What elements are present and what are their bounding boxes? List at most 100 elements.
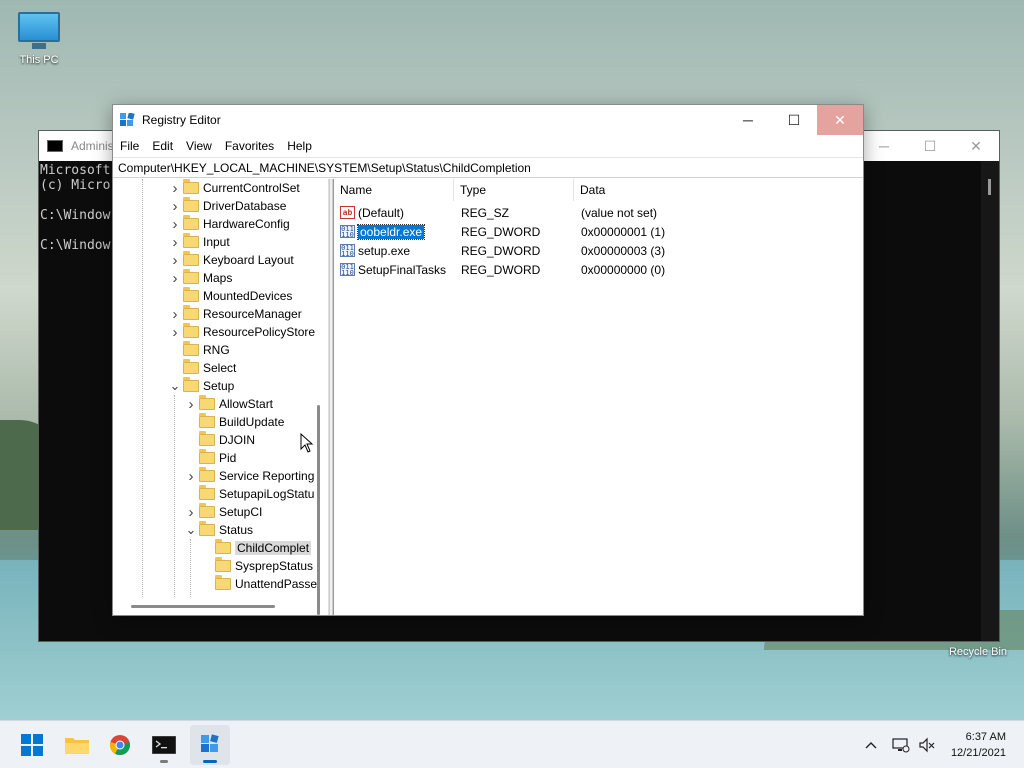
tree-item-label: Service Reporting: [219, 469, 315, 483]
folder-icon: [183, 287, 199, 302]
tree-item[interactable]: › ResourceManager: [169, 305, 302, 323]
recycle-bin-desktop-icon[interactable]: Recycle Bin: [940, 646, 1016, 658]
tree-item-label: HardwareConfig: [203, 217, 290, 231]
chrome-button[interactable]: [100, 725, 140, 765]
tree-item[interactable]: › Input: [169, 233, 230, 251]
folder-icon: [183, 233, 199, 248]
minimize-button[interactable]: ─: [725, 105, 771, 135]
tree-horizontal-scrollbar[interactable]: [131, 605, 275, 608]
tree-item[interactable]: BuildUpdate: [185, 413, 284, 431]
regedit-title: Registry Editor: [142, 113, 221, 127]
chevron-down-icon[interactable]: ⌄: [169, 377, 181, 395]
registry-editor-icon: [201, 734, 219, 752]
tree-item[interactable]: UnattendPasse: [201, 575, 317, 593]
chevron-right-icon[interactable]: ›: [185, 467, 197, 485]
list-header: Name Type Data: [334, 179, 863, 201]
terminal-button[interactable]: [144, 725, 184, 765]
tree-item[interactable]: ChildComplet: [201, 539, 312, 557]
menu-help[interactable]: Help: [287, 139, 312, 153]
value-row[interactable]: ab (Default) REG_SZ (value not set): [334, 203, 864, 222]
column-name[interactable]: Name: [334, 179, 454, 201]
close-button[interactable]: ✕: [817, 105, 863, 135]
cmd-maximize-button[interactable]: ☐: [907, 131, 953, 161]
tree-item[interactable]: ⌄ Status: [185, 521, 253, 539]
menu-favorites[interactable]: Favorites: [225, 139, 274, 153]
terminal-running-indicator: [160, 760, 168, 763]
terminal-icon: [152, 736, 176, 754]
tree-item[interactable]: › AllowStart: [185, 395, 273, 413]
tree-item[interactable]: RNG: [169, 341, 230, 359]
folder-icon: [215, 575, 231, 590]
value-row[interactable]: 011 110 SetupFinalTasks REG_DWORD 0x0000000…: [334, 260, 864, 279]
tree-item-label: AllowStart: [219, 397, 274, 411]
folder-icon: [183, 197, 199, 212]
cmd-close-button[interactable]: ✕: [953, 131, 999, 161]
tree-item[interactable]: Select: [169, 359, 236, 377]
menu-view[interactable]: View: [186, 139, 212, 153]
column-data[interactable]: Data: [574, 179, 774, 201]
values-list[interactable]: Name Type Data ab (Default) REG_SZ (value n…: [333, 179, 863, 615]
registry-editor-taskbar-button[interactable]: [190, 725, 230, 765]
tree-item[interactable]: SysprepStatus: [201, 557, 313, 575]
folder-icon: [183, 323, 199, 338]
value-row[interactable]: 011 110 oobeldr.exe REG_DWORD 0x00000001 (1…: [334, 222, 864, 241]
network-icon: [892, 738, 910, 753]
folder-icon: [183, 305, 199, 320]
value-name-cell: 011 110 setup.exe: [340, 241, 410, 260]
tree-vertical-scrollbar[interactable]: [317, 405, 320, 615]
tree-item[interactable]: DJOIN: [185, 431, 255, 449]
tree-item[interactable]: › HardwareConfig: [169, 215, 290, 233]
tree-item[interactable]: › DriverDatabase: [169, 197, 286, 215]
registry-editor-window[interactable]: Registry Editor ─ ☐ ✕ File Edit View Fav…: [112, 104, 864, 616]
tree-item[interactable]: Pid: [185, 449, 236, 467]
chevron-right-icon[interactable]: ›: [169, 323, 181, 341]
regedit-title-bar[interactable]: Registry Editor ─ ☐ ✕: [113, 105, 863, 135]
tree-item[interactable]: › CurrentControlSet: [169, 179, 300, 197]
folder-icon: [183, 359, 199, 374]
folder-icon: [215, 557, 231, 572]
value-name-cell: ab (Default): [340, 203, 404, 222]
tray-overflow-button[interactable]: [864, 721, 878, 768]
tree-item[interactable]: SetupapiLogStatu: [185, 485, 314, 503]
chevron-right-icon[interactable]: ›: [169, 233, 181, 251]
folder-icon: [215, 539, 231, 554]
chevron-right-icon[interactable]: ›: [169, 269, 181, 287]
column-type[interactable]: Type: [454, 179, 574, 201]
chevron-right-icon[interactable]: ›: [169, 197, 181, 215]
chevron-right-icon[interactable]: ›: [185, 395, 197, 413]
key-tree[interactable]: › CurrentControlSet › DriverDatabase › Hardwa…: [113, 179, 329, 615]
value-row[interactable]: 011 110 setup.exe REG_DWORD 0x00000003 (3): [334, 241, 864, 260]
chevron-down-icon[interactable]: ⌄: [185, 521, 197, 539]
cmd-scrollbar[interactable]: [981, 161, 999, 641]
tree-item[interactable]: › Keyboard Layout: [169, 251, 294, 269]
tree-item[interactable]: › Service Reporting: [185, 467, 314, 485]
value-type: REG_DWORD: [461, 243, 541, 258]
maximize-button[interactable]: ☐: [771, 105, 817, 135]
file-explorer-button[interactable]: [57, 725, 97, 765]
tree-item[interactable]: ⌄ Setup: [169, 377, 234, 395]
menu-edit[interactable]: Edit: [152, 139, 173, 153]
string-value-icon: ab: [340, 206, 355, 219]
chevron-right-icon[interactable]: ›: [169, 305, 181, 323]
tree-item[interactable]: › Maps: [169, 269, 232, 287]
chevron-right-icon[interactable]: ›: [185, 503, 197, 521]
network-button[interactable]: [892, 721, 910, 768]
cmd-minimize-button[interactable]: ─: [861, 131, 907, 161]
chevron-right-icon[interactable]: ›: [169, 179, 181, 197]
value-type: REG_DWORD: [461, 262, 541, 277]
tree-item[interactable]: MountedDevices: [169, 287, 292, 305]
address-bar[interactable]: Computer\HKEY_LOCAL_MACHINE\SYSTEM\Setup…: [113, 157, 863, 178]
volume-button[interactable]: [918, 721, 936, 768]
chevron-right-icon[interactable]: ›: [169, 215, 181, 233]
this-pc-desktop-icon[interactable]: This PC: [9, 12, 69, 66]
menu-file[interactable]: File: [120, 139, 139, 153]
cmd-scroll-thumb[interactable]: [988, 179, 991, 195]
tree-item-label: DriverDatabase: [203, 199, 287, 213]
tree-item[interactable]: › SetupCI: [185, 503, 262, 521]
clock[interactable]: 6:37 AM 12/21/2021: [951, 729, 1006, 761]
tree-item[interactable]: › ResourcePolicyStore: [169, 323, 315, 341]
start-button[interactable]: [12, 725, 52, 765]
chevron-right-icon[interactable]: ›: [169, 251, 181, 269]
